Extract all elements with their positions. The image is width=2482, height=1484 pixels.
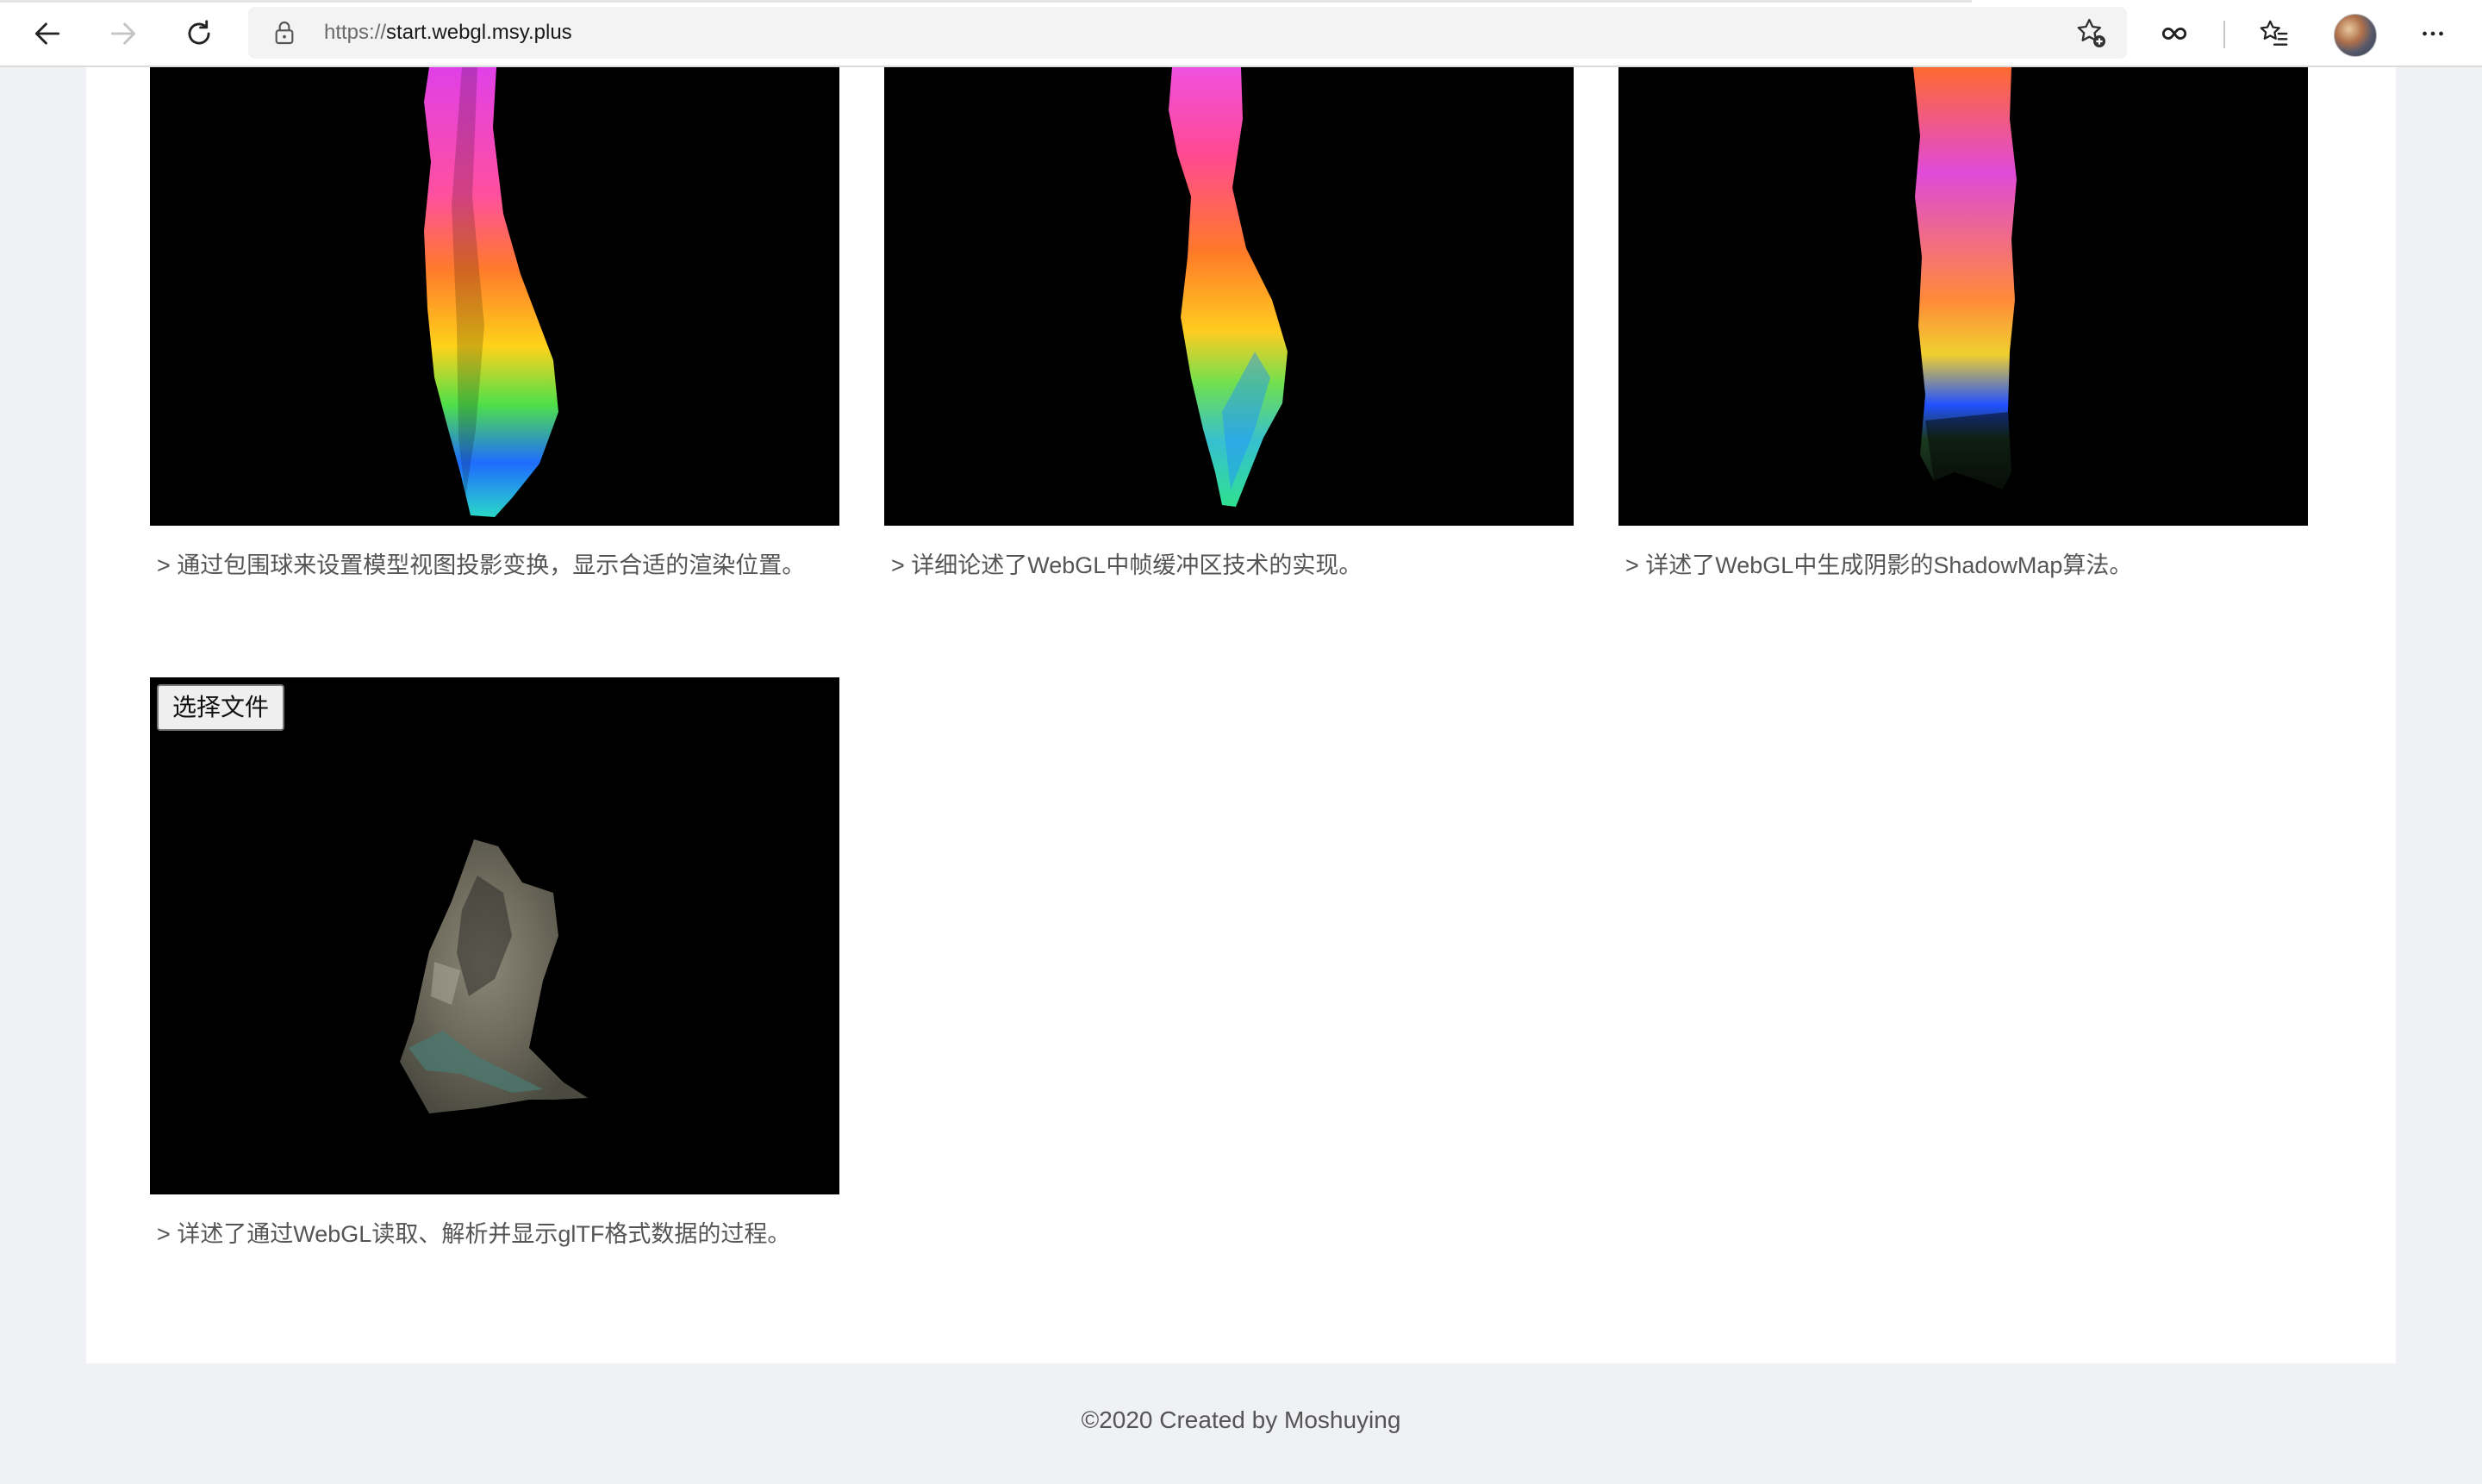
tile-description: > 通过包围球来设置模型视图投影变换，显示合适的渲染位置。: [157, 552, 806, 578]
tile-description: > 详述了通过WebGL读取、解析并显示glTF格式数据的过程。: [157, 1221, 791, 1247]
rainbow-terrain-image: [1169, 67, 1288, 507]
refresh-button[interactable]: [176, 10, 222, 57]
choose-file-button[interactable]: 选择文件: [157, 684, 285, 731]
url-protocol: https://: [324, 21, 387, 44]
webgl-canvas[interactable]: [150, 67, 839, 526]
back-button[interactable]: [24, 10, 71, 57]
infinity-link-icon: [2161, 28, 2187, 40]
arrow-left-icon: [34, 22, 60, 45]
address-bar[interactable]: https://start.webgl.msy.plus: [248, 7, 2127, 59]
gallery-tile[interactable]: > 详述了WebGL中生成阴影的ShadowMap算法。: [1618, 67, 2308, 578]
favorites-list-icon: [2260, 20, 2288, 46]
browser-toolbar: https://start.webgl.msy.plus: [0, 0, 2482, 67]
reading-view-button[interactable]: [2151, 10, 2198, 57]
star-plus-icon[interactable]: [2074, 16, 2108, 50]
favorites-button[interactable]: [2251, 10, 2298, 57]
tile-description: > 详述了WebGL中生成阴影的ShadowMap算法。: [1625, 552, 2133, 578]
footer-copyright: ©2020 Created by Moshuying: [1081, 1406, 1401, 1433]
toolbar-divider: [2223, 21, 2225, 48]
textured-terrain-model-image: [400, 839, 588, 1113]
webgl-canvas[interactable]: [1618, 67, 2308, 526]
gallery-tile[interactable]: > 通过包围球来设置模型视图投影变换，显示合适的渲染位置。: [150, 67, 839, 578]
tile-description: > 详细论述了WebGL中帧缓冲区技术的实现。: [891, 552, 1363, 578]
forward-button[interactable]: [100, 10, 147, 57]
arrow-right-icon: [110, 22, 136, 45]
gallery-tile[interactable]: 选择文件 > 详述了通过WebGL读取、解析并显示glTF格式数据的过程。: [150, 677, 839, 1247]
more-horizontal-icon: [2423, 31, 2443, 36]
rainbow-terrain-shadow-image: [1913, 67, 2017, 489]
gallery-tile[interactable]: > 详细论述了WebGL中帧缓冲区技术的实现。: [884, 67, 1574, 578]
profile-avatar[interactable]: [2334, 14, 2377, 57]
rainbow-terrain-image: [424, 67, 558, 517]
content-card: > 通过包围球来设置模型视图投影变换，显示合适的渲染位置。 > 详细论述了Web…: [86, 67, 2396, 1363]
lock-icon[interactable]: [271, 19, 298, 47]
page-load-progress: [0, 0, 1972, 3]
webgl-canvas[interactable]: 选择文件: [150, 677, 839, 1194]
url-host: start.webgl.msy.plus: [386, 21, 572, 44]
refresh-icon: [188, 20, 210, 45]
url-text[interactable]: https://start.webgl.msy.plus: [324, 7, 572, 59]
webgl-canvas[interactable]: [884, 67, 1574, 526]
more-menu-button[interactable]: [2410, 10, 2456, 57]
